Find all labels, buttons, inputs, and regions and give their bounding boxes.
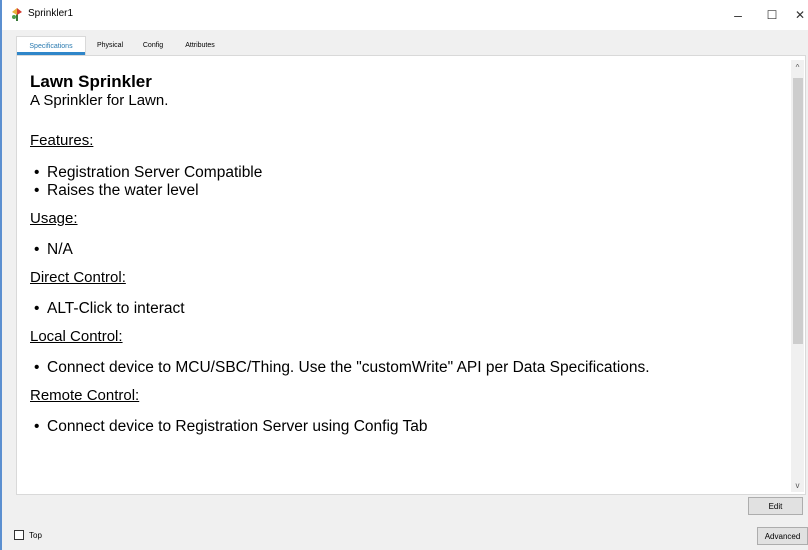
window-title: Sprinkler1 bbox=[28, 8, 74, 19]
remote-control-list: Connect device to Registration Server us… bbox=[30, 418, 790, 436]
section-heading-local-control: Local Control: bbox=[30, 328, 123, 345]
spec-document: Lawn Sprinkler A Sprinkler for Lawn. Fea… bbox=[30, 72, 790, 436]
top-checkbox[interactable] bbox=[14, 530, 24, 540]
tab-config[interactable]: Config bbox=[135, 36, 171, 55]
list-item: Raises the water level bbox=[30, 182, 790, 200]
specifications-panel[interactable]: Lawn Sprinkler A Sprinkler for Lawn. Fea… bbox=[16, 55, 806, 495]
top-checkbox-label: Top bbox=[29, 531, 42, 540]
title-bar[interactable]: Sprinkler1 – ☐ ✕ bbox=[2, 0, 808, 30]
device-subtitle: A Sprinkler for Lawn. bbox=[30, 92, 169, 109]
device-window: Sprinkler1 – ☐ ✕ Specifications Physical… bbox=[0, 0, 808, 550]
close-icon: ✕ bbox=[794, 8, 806, 22]
section-heading-remote-control: Remote Control: bbox=[30, 387, 140, 404]
usage-list: N/A bbox=[30, 241, 790, 259]
sprinkler-device-icon bbox=[12, 8, 22, 21]
maximize-icon: ☐ bbox=[766, 8, 778, 22]
tab-label: Attributes bbox=[185, 42, 215, 49]
direct-control-list: ALT-Click to interact bbox=[30, 300, 790, 318]
minimize-icon: – bbox=[734, 7, 742, 23]
scroll-up-button[interactable]: ^ bbox=[791, 60, 804, 74]
list-item: Connect device to Registration Server us… bbox=[30, 418, 790, 436]
section-heading-usage: Usage: bbox=[30, 210, 78, 227]
list-item: Registration Server Compatible bbox=[30, 164, 790, 182]
tab-physical[interactable]: Physical bbox=[88, 36, 132, 55]
features-list: Registration Server Compatible Raises th… bbox=[30, 164, 790, 200]
tab-specifications[interactable]: Specifications bbox=[16, 36, 86, 55]
section-heading-features: Features: bbox=[30, 132, 94, 149]
section-heading-direct-control: Direct Control: bbox=[30, 269, 126, 286]
close-button[interactable]: ✕ bbox=[780, 0, 808, 30]
scroll-down-button[interactable]: v bbox=[791, 478, 804, 492]
tab-label: Physical bbox=[96, 42, 124, 49]
edit-button[interactable]: Edit bbox=[748, 497, 803, 515]
tab-label: Config bbox=[142, 42, 164, 49]
local-control-list: Connect device to MCU/SBC/Thing. Use the… bbox=[30, 359, 790, 377]
advanced-button[interactable]: Advanced bbox=[757, 527, 808, 545]
chevron-up-icon: ^ bbox=[795, 62, 800, 72]
list-item: ALT-Click to interact bbox=[30, 300, 790, 318]
list-item: N/A bbox=[30, 241, 790, 259]
tab-attributes[interactable]: Attributes bbox=[174, 36, 226, 55]
list-item: Connect device to MCU/SBC/Thing. Use the… bbox=[30, 359, 790, 377]
device-title: Lawn Sprinkler bbox=[30, 72, 152, 91]
vertical-scrollbar[interactable]: ^ v bbox=[791, 60, 804, 492]
tab-label: Specifications bbox=[29, 42, 73, 50]
chevron-down-icon: v bbox=[795, 480, 800, 490]
scrollbar-thumb[interactable] bbox=[793, 78, 803, 344]
tab-bar: Specifications Physical Config Attribute… bbox=[2, 36, 808, 56]
